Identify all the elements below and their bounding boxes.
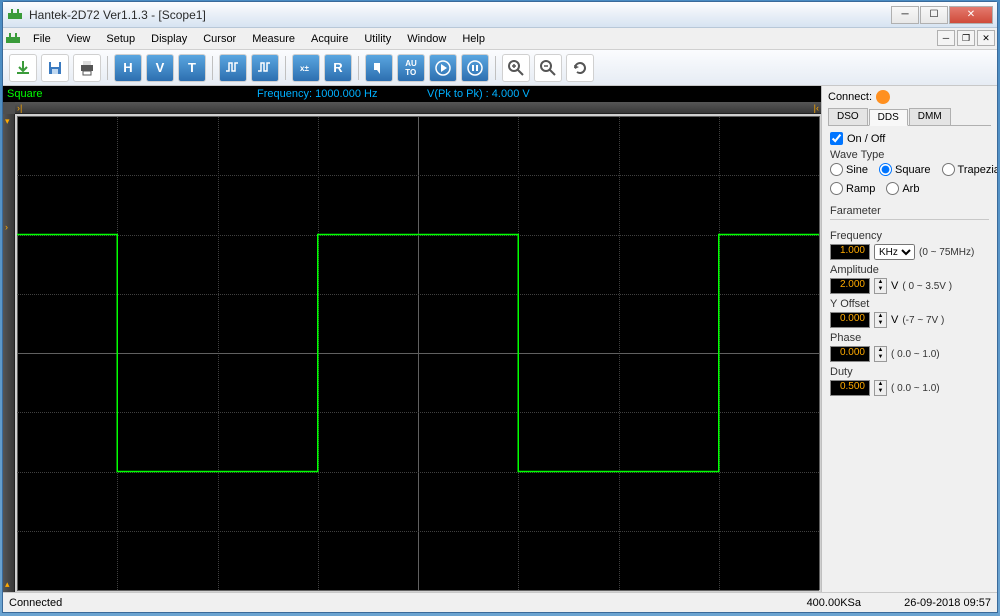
yoff-spinner[interactable]: ▲▼	[874, 312, 887, 328]
tool-print-icon[interactable]	[73, 54, 101, 82]
menu-file[interactable]: File	[25, 31, 59, 47]
radio-arb[interactable]	[886, 182, 899, 195]
phase-input[interactable]: 0.000	[830, 346, 870, 362]
wave-name-label: Square	[7, 88, 257, 100]
amp-input[interactable]: 2.000	[830, 278, 870, 294]
close-button[interactable]: ✕	[949, 6, 993, 24]
tool-refresh-icon[interactable]	[566, 54, 594, 82]
yoff-label: Y Offset	[830, 298, 989, 310]
amp-label: Amplitude	[830, 264, 989, 276]
toolbar: H V T x± R AUTO	[3, 50, 997, 86]
scope-info-bar: Square Frequency: 1000.000 Hz V(Pk to Pk…	[3, 86, 821, 102]
tool-play-button[interactable]	[429, 54, 457, 82]
scope-display[interactable]	[15, 114, 821, 592]
phase-label: Phase	[830, 332, 989, 344]
onoff-checkbox[interactable]	[830, 132, 843, 145]
status-connected: Connected	[9, 597, 721, 609]
parameter-heading: Farameter	[830, 205, 989, 217]
duty-spinner[interactable]: ▲▼	[874, 380, 887, 396]
radio-sine[interactable]	[830, 163, 843, 176]
menu-display[interactable]: Display	[143, 31, 195, 47]
menu-help[interactable]: Help	[454, 31, 493, 47]
duty-input[interactable]: 0.500	[830, 380, 870, 396]
tool-zoom-out-icon[interactable]	[534, 54, 562, 82]
titlebar[interactable]: Hantek-2D72 Ver1.1.3 - [Scope1] ─ ☐ ✕	[3, 2, 997, 28]
maximize-button[interactable]: ☐	[920, 6, 948, 24]
connect-label: Connect:	[828, 91, 872, 103]
tool-channel1-button[interactable]	[219, 54, 247, 82]
tool-save-icon[interactable]	[41, 54, 69, 82]
app-window: Hantek-2D72 Ver1.1.3 - [Scope1] ─ ☐ ✕ Fi…	[2, 1, 998, 613]
menu-acquire[interactable]: Acquire	[303, 31, 356, 47]
menubar: FileViewSetupDisplayCursorMeasureAcquire…	[3, 28, 997, 50]
menu-cursor[interactable]: Cursor	[195, 31, 244, 47]
mdi-restore-button[interactable]: ❐	[957, 30, 975, 46]
menu-utility[interactable]: Utility	[356, 31, 399, 47]
mdi-close-button[interactable]: ✕	[977, 30, 995, 46]
tab-dso[interactable]: DSO	[828, 108, 868, 125]
status-datetime: 26-09-2018 09:57	[861, 597, 991, 609]
mdi-window-controls: ─ ❐ ✕	[937, 30, 995, 46]
tool-download-icon[interactable]	[9, 54, 37, 82]
tool-channel2-button[interactable]	[251, 54, 279, 82]
duty-label: Duty	[830, 366, 989, 378]
yoff-range: (-7 ~ 7V )	[902, 315, 944, 326]
titlebar-text: Hantek-2D72 Ver1.1.3 - [Scope1]	[29, 8, 891, 22]
statusbar: Connected 400.00KSa 26-09-2018 09:57	[3, 592, 997, 612]
tab-dmm[interactable]: DMM	[909, 108, 951, 125]
frequency-label: Frequency: 1000.000 Hz	[257, 88, 427, 100]
dds-tab-content: On / Off Wave Type Sine Square Trapezia …	[828, 126, 991, 406]
phase-spinner[interactable]: ▲▼	[874, 346, 887, 362]
phase-range: ( 0.0 ~ 1.0)	[891, 349, 940, 360]
ruler-left: ▾ › ▴	[3, 114, 15, 592]
yoff-input[interactable]: 0.000	[830, 312, 870, 328]
tool-ref-button[interactable]: R	[324, 54, 352, 82]
tool-trig-button[interactable]: T	[178, 54, 206, 82]
duty-range: ( 0.0 ~ 1.0)	[891, 383, 940, 394]
app-icon	[7, 7, 23, 23]
freq-range: (0 ~ 75MHz)	[919, 247, 974, 258]
mdi-minimize-button[interactable]: ─	[937, 30, 955, 46]
vpp-label: V(Pk to Pk) : 4.000 V	[427, 88, 530, 100]
freq-input[interactable]: 1.000	[830, 244, 870, 260]
onoff-label: On / Off	[847, 133, 885, 145]
amp-spinner[interactable]: ▲▼	[874, 278, 887, 294]
tool-horiz-button[interactable]: H	[114, 54, 142, 82]
radio-trapezia[interactable]	[942, 163, 955, 176]
menu-window[interactable]: Window	[399, 31, 454, 47]
radio-ramp[interactable]	[830, 182, 843, 195]
amp-unit: V	[891, 280, 898, 292]
app-menu-icon	[5, 31, 21, 47]
tool-vert-button[interactable]: V	[146, 54, 174, 82]
status-sample-rate: 400.00KSa	[721, 597, 861, 609]
tool-pause-button[interactable]	[461, 54, 489, 82]
freq-unit-select[interactable]: KHz	[874, 244, 915, 260]
tool-cursor-button[interactable]	[365, 54, 393, 82]
tool-math-button[interactable]: x±	[292, 54, 320, 82]
wavetype-heading: Wave Type	[830, 149, 989, 161]
tool-zoom-in-icon[interactable]	[502, 54, 530, 82]
minimize-button[interactable]: ─	[891, 6, 919, 24]
menu-measure[interactable]: Measure	[244, 31, 303, 47]
radio-square[interactable]	[879, 163, 892, 176]
menu-setup[interactable]: Setup	[98, 31, 143, 47]
yoff-unit: V	[891, 314, 898, 326]
side-panel: Connect: DSO DDS DMM On / Off Wave Type …	[821, 86, 997, 592]
scope-panel: Square Frequency: 1000.000 Hz V(Pk to Pk…	[3, 86, 821, 592]
amp-range: ( 0 ~ 3.5V )	[902, 281, 952, 292]
tool-auto-button[interactable]: AUTO	[397, 54, 425, 82]
freq-label: Frequency	[830, 230, 989, 242]
tab-dds[interactable]: DDS	[869, 109, 908, 126]
connect-indicator-icon	[876, 90, 890, 104]
menu-view[interactable]: View	[59, 31, 99, 47]
svg-text:x±: x±	[300, 64, 309, 73]
panel-tabs: DSO DDS DMM	[828, 108, 991, 126]
ruler-top: ›| |‹	[15, 102, 821, 114]
